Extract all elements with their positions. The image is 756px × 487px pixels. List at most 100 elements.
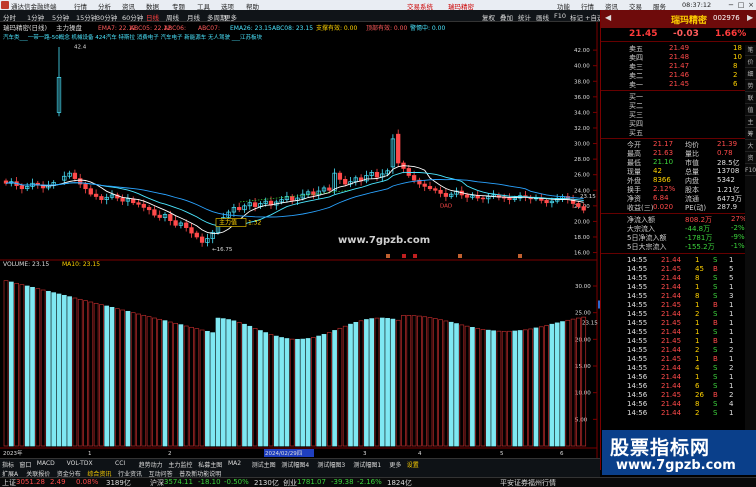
tick-vol: 1 (695, 337, 700, 345)
tick-side: S (713, 310, 718, 318)
close-icon[interactable]: × (746, 0, 756, 10)
tick-vol: 1 (695, 355, 700, 363)
period-0[interactable]: 分时 (3, 12, 16, 22)
side-tab-3[interactable]: 势 (745, 81, 756, 92)
candle-body (141, 203, 146, 208)
volume-bar (517, 330, 523, 447)
tick-time: 14:55 (627, 346, 648, 354)
side-tab-2[interactable]: 细 (745, 69, 756, 80)
stat-value: 13708 (717, 167, 740, 175)
candle-body (120, 197, 125, 202)
side-tab-10[interactable]: F10 (745, 165, 756, 176)
tool-4[interactable]: F10 (554, 12, 566, 20)
candle-body (19, 185, 25, 190)
period-3[interactable]: 15分钟 (76, 12, 97, 22)
event-marker-icon[interactable] (386, 254, 390, 258)
tick-row: 14:56 21.45 26 B 2 (601, 391, 756, 400)
indicator-tab-4[interactable]: CCI (115, 460, 125, 467)
date-label-1: 1 (88, 451, 92, 457)
tick-row: 14:55 21.44 2 S 2 (601, 346, 756, 355)
ask-price: 21.48 (669, 53, 690, 61)
volume-bar (104, 305, 110, 447)
event-marker-icon[interactable] (402, 254, 406, 258)
period-4[interactable]: 30分钟 (96, 12, 117, 22)
candle-body (374, 172, 380, 178)
price-tick-label: 16.00 (574, 251, 590, 257)
period-6[interactable]: 日线 (146, 12, 159, 22)
volume-bar (549, 323, 555, 447)
side-tab-0[interactable]: 笔 (745, 45, 756, 56)
side-tab-1[interactable]: 价 (745, 57, 756, 68)
side-tab-8[interactable]: 大 (745, 141, 756, 152)
tick-time: 14:56 (627, 400, 648, 408)
tick-count: 1 (729, 409, 734, 417)
kline-title: 瑞玛精密(日线) (3, 23, 47, 32)
stat-value: 8366 (653, 176, 671, 184)
tick-time: 14:56 (627, 373, 648, 381)
side-tab-5[interactable]: 值 (745, 105, 756, 116)
event-marker-icon[interactable] (413, 254, 417, 258)
candle-body (184, 222, 189, 228)
period-10[interactable]: 更多 (224, 12, 237, 22)
ask-vol: 10 (733, 53, 742, 61)
date-label-2: 2 (168, 451, 172, 457)
period-8[interactable]: 月线 (187, 12, 200, 22)
side-tab-9[interactable]: 资 (745, 153, 756, 164)
event-marker-icon[interactable] (518, 254, 522, 258)
flow-row: 5日大宗流入 -155.2万 -1% (601, 242, 756, 251)
tick-count: 1 (729, 319, 734, 327)
next-stock-icon[interactable]: ▶ (747, 13, 753, 22)
volume-bar (247, 325, 253, 447)
event-marker-icon[interactable] (458, 254, 462, 258)
indicator-tab-8[interactable]: MA2 (228, 460, 241, 467)
tick-count: 1 (729, 382, 734, 390)
ask-vol: 8 (733, 62, 738, 70)
volume-bar (220, 318, 226, 447)
period-5[interactable]: 60分钟 (122, 12, 143, 22)
tool-3[interactable]: 画线 (536, 12, 549, 22)
date-label-3: 2024/02/29四 (265, 450, 302, 457)
tick-price: 21.45 (661, 391, 682, 399)
tick-row: 14:56 21.44 1 S 1 (601, 373, 756, 382)
volume-bar (61, 294, 67, 447)
minimize-icon[interactable]: − (726, 0, 736, 10)
tick-count: 1 (729, 328, 734, 336)
vol-last-label: 23.15 (582, 321, 598, 327)
kline-chart[interactable]: 瑞玛精密(日线) 主力操盘 EMA7: 22.12ABC05: 22.12ABC06… (0, 22, 600, 458)
ad-banner[interactable]: 股票指标网 www.7gpzb.com (602, 430, 756, 475)
stat-value: 0.78 (717, 149, 733, 157)
tick-vol: 1 (695, 283, 700, 291)
indicator-tab-2[interactable]: MACD (37, 460, 55, 467)
volume-bar (162, 320, 168, 447)
tick-price: 21.44 (661, 373, 682, 381)
indicator-name[interactable]: 主力操盘 (56, 23, 83, 32)
stock-name: 瑞玛精密 (671, 16, 708, 26)
side-tab-4[interactable]: 联 (745, 93, 756, 104)
side-tab-7[interactable]: 筹 (745, 129, 756, 140)
index-label[interactable]: 上证 (2, 478, 16, 487)
index-change: -39.38 (331, 478, 354, 486)
tool-0[interactable]: 复权 (482, 12, 495, 22)
index-label[interactable]: 沪深 (150, 478, 164, 487)
concept-tags: 汽车类___一带一路-50概念 机械设备 424汽车 特斯拉 消费电子 汽车电子… (3, 33, 262, 41)
tick-time: 14:55 (627, 328, 648, 336)
tool-5[interactable]: 标记 (570, 12, 583, 22)
period-2[interactable]: 5分钟 (52, 12, 69, 22)
candle-body (343, 179, 348, 185)
tick-time: 14:55 (627, 256, 648, 264)
prev-stock-icon[interactable]: ◀ (605, 13, 611, 22)
index-label[interactable]: 创业 (283, 478, 297, 487)
volume-bar (56, 293, 62, 447)
indicator-tab-3[interactable]: VOL-TDX (67, 460, 93, 467)
zhuli-value: 1.32 (248, 220, 262, 227)
tick-row: 14:55 21.44 1 S 1 (601, 256, 756, 265)
side-tab-6[interactable]: 主 (745, 117, 756, 128)
tool-2[interactable]: 统计 (518, 12, 531, 22)
tool-1[interactable]: 叠加 (500, 12, 513, 22)
ema-label-6: 支撑有效: 0.00 (316, 24, 357, 32)
maximize-icon[interactable]: □ (736, 0, 746, 10)
period-7[interactable]: 周线 (166, 12, 179, 22)
index-pct: -2.16% (357, 478, 382, 486)
period-1[interactable]: 1分钟 (27, 12, 44, 22)
volume-bar (125, 310, 131, 447)
